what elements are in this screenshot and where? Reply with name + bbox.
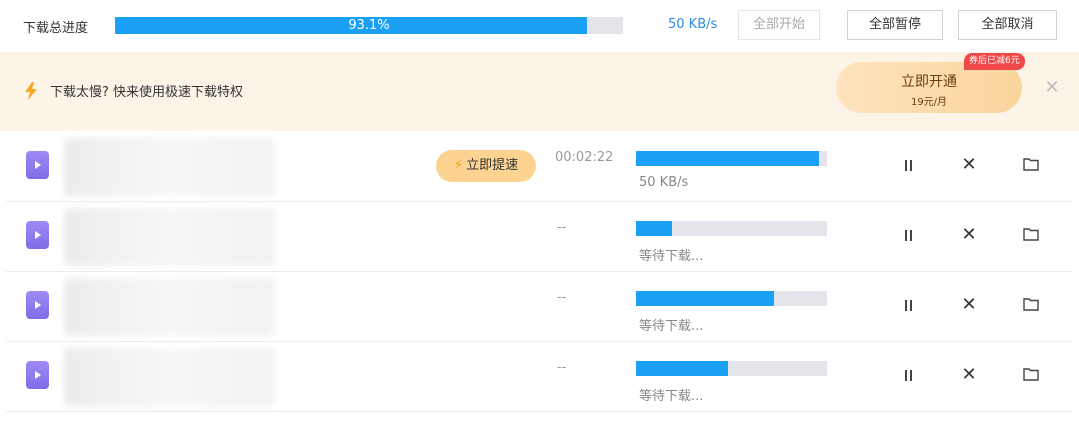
total-progress-label: 下载总进度 xyxy=(23,21,89,36)
row-progress-track xyxy=(636,151,827,166)
video-file-icon xyxy=(26,151,49,179)
activate-price: 19元/月 xyxy=(910,97,948,108)
file-name xyxy=(64,348,274,406)
close-icon[interactable]: ✕ xyxy=(956,222,982,248)
pause-icon[interactable] xyxy=(895,362,921,388)
folder-icon[interactable] xyxy=(1018,362,1044,388)
download-row: -- 等待下载... ✕ xyxy=(6,202,1072,272)
promo-text: 下载太慢? 快来使用极速下载特权 xyxy=(50,85,244,100)
download-row: -- 等待下载... ✕ xyxy=(6,342,1072,412)
coupon-badge: 券后已减6元 xyxy=(964,53,1025,70)
pause-icon[interactable] xyxy=(895,152,921,178)
file-name xyxy=(64,208,274,266)
pause-all-button[interactable]: 全部暂停 xyxy=(847,10,943,40)
row-status: 等待下载... xyxy=(639,389,704,404)
row-status: 50 KB/s xyxy=(639,175,689,190)
start-all-button[interactable]: 全部开始 xyxy=(738,10,820,40)
elapsed-time: 00:02:22 xyxy=(555,150,614,165)
video-file-icon xyxy=(26,361,49,389)
row-progress-track xyxy=(636,361,827,376)
download-row: -- 等待下载... ✕ xyxy=(6,272,1072,342)
close-icon[interactable]: ✕ xyxy=(956,362,982,388)
row-progress-track xyxy=(636,221,827,236)
folder-icon[interactable] xyxy=(1018,152,1044,178)
row-status: 等待下载... xyxy=(639,249,704,264)
elapsed-time: -- xyxy=(557,360,567,375)
row-status: 等待下载... xyxy=(639,319,704,334)
close-icon[interactable]: ✕ xyxy=(956,292,982,318)
elapsed-time: -- xyxy=(557,220,567,235)
total-progress-track: 93.1% xyxy=(115,17,623,34)
speed-up-label: 立即提速 xyxy=(466,158,519,173)
download-progress-bar-header: 下载总进度 93.1% 50 KB/s 全部开始 全部暂停 全部取消 xyxy=(0,0,1079,52)
row-progress-track xyxy=(636,291,827,306)
speed-up-button[interactable]: ⚡ 立即提速 xyxy=(436,150,536,182)
lightning-icon xyxy=(25,82,37,100)
speed-promo-banner: 下载太慢? 快来使用极速下载特权 立即开通 19元/月 券后已减6元 ✕ xyxy=(0,52,1079,131)
banner-close-icon[interactable]: ✕ xyxy=(1040,76,1064,100)
folder-icon[interactable] xyxy=(1018,292,1044,318)
activate-title: 立即开通 xyxy=(901,74,957,90)
download-row: ⚡ 立即提速 00:02:22 50 KB/s ✕ xyxy=(6,132,1072,202)
row-progress-fill xyxy=(636,221,673,236)
pause-icon[interactable] xyxy=(895,222,921,248)
folder-icon[interactable] xyxy=(1018,222,1044,248)
row-progress-fill xyxy=(636,291,774,306)
video-file-icon xyxy=(26,291,49,319)
file-name xyxy=(64,138,274,196)
row-progress-fill xyxy=(636,361,728,376)
video-file-icon xyxy=(26,221,49,249)
total-progress-text: 93.1% xyxy=(348,18,390,33)
elapsed-time: -- xyxy=(557,290,567,305)
close-icon[interactable]: ✕ xyxy=(956,152,982,178)
lightning-icon: ⚡ xyxy=(453,158,464,173)
pause-icon[interactable] xyxy=(895,292,921,318)
file-name xyxy=(64,278,274,336)
cancel-all-button[interactable]: 全部取消 xyxy=(958,10,1057,40)
total-speed: 50 KB/s xyxy=(668,17,718,32)
row-progress-fill xyxy=(636,151,820,166)
